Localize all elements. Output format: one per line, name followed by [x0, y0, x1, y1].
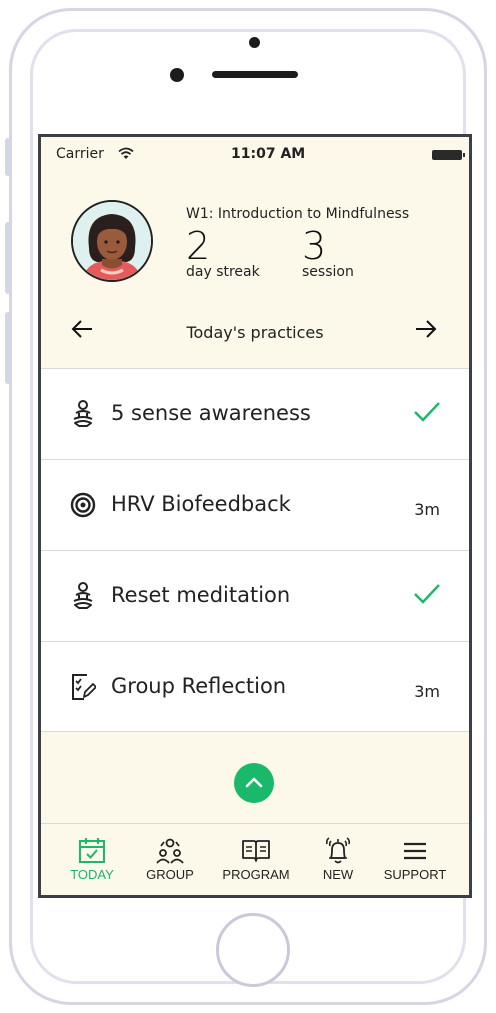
- tab-new[interactable]: NEW: [306, 824, 370, 895]
- practice-duration: 3m: [414, 500, 440, 519]
- practice-item-5-sense-awareness[interactable]: 5 sense awareness: [41, 368, 469, 459]
- practice-duration: 3m: [414, 682, 440, 701]
- tab-label: NEW: [322, 867, 354, 882]
- bell-icon: [325, 837, 351, 864]
- practice-item-group-reflection[interactable]: Group Reflection 3m: [41, 641, 469, 732]
- status-bar: Carrier 11:07 AM: [41, 137, 469, 173]
- volume-down-button: [5, 312, 11, 384]
- check-icon: [414, 402, 440, 422]
- target-icon: [70, 492, 96, 518]
- scroll-up-button[interactable]: [234, 763, 274, 803]
- chevron-up-icon: [245, 777, 263, 788]
- check-icon: [414, 584, 440, 604]
- practice-label: Reset meditation: [111, 583, 291, 607]
- journal-icon: [72, 674, 96, 700]
- tab-program[interactable]: PROGRAM: [213, 824, 299, 895]
- tab-label: SUPPORT: [383, 867, 447, 882]
- session-value: 3: [302, 224, 327, 268]
- streak-value: 2: [186, 224, 211, 268]
- carrier-label: Carrier: [56, 146, 104, 162]
- wifi-icon: [118, 147, 134, 159]
- front-camera: [249, 37, 260, 48]
- practice-item-hrv-biofeedback[interactable]: HRV Biofeedback 3m: [41, 459, 469, 550]
- meditation-icon: [73, 400, 93, 427]
- session-stat: 3 session: [302, 226, 354, 280]
- battery-icon: [432, 150, 465, 160]
- tab-label: TODAY: [70, 867, 114, 882]
- tab-support[interactable]: SUPPORT: [377, 824, 453, 895]
- practice-item-reset-meditation[interactable]: Reset meditation: [41, 550, 469, 641]
- session-label: session: [302, 264, 354, 280]
- practice-label: Group Reflection: [111, 674, 287, 698]
- avatar-illustration-icon: [73, 202, 151, 280]
- tab-label: GROUP: [146, 867, 194, 882]
- menu-icon: [404, 842, 426, 860]
- proximity-sensor: [170, 68, 184, 82]
- tab-group[interactable]: GROUP: [135, 824, 205, 895]
- arrow-right-icon[interactable]: [415, 319, 437, 345]
- program-week-title: W1: Introduction to Mindfulness: [186, 206, 410, 222]
- practice-label: HRV Biofeedback: [111, 492, 291, 516]
- practices-title: Today's practices: [186, 323, 324, 342]
- app-screen: Carrier 11:07 AM W1: Introduction to Min…: [38, 134, 472, 898]
- group-icon: [156, 838, 184, 864]
- meditation-icon: [73, 582, 93, 609]
- home-button[interactable]: [216, 913, 290, 987]
- practices-navigation: Today's practices: [41, 313, 469, 353]
- status-time: 11:07 AM: [231, 146, 306, 162]
- earpiece-speaker: [212, 71, 298, 78]
- tab-today[interactable]: TODAY: [57, 824, 127, 895]
- calendar-check-icon: [79, 838, 105, 863]
- user-avatar[interactable]: [71, 200, 153, 282]
- practice-list: 5 sense awareness HRV Biofeedback 3m Res…: [41, 368, 469, 732]
- book-icon: [242, 840, 270, 862]
- mute-switch: [5, 138, 11, 176]
- bottom-tab-bar: TODAY GROUP PROGRAM NEW SUPPORT: [41, 823, 469, 895]
- streak-stat: 2 day streak: [186, 226, 260, 280]
- streak-label: day streak: [186, 264, 260, 280]
- tab-label: PROGRAM: [222, 867, 290, 882]
- practice-label: 5 sense awareness: [111, 401, 311, 425]
- volume-up-button: [5, 222, 11, 294]
